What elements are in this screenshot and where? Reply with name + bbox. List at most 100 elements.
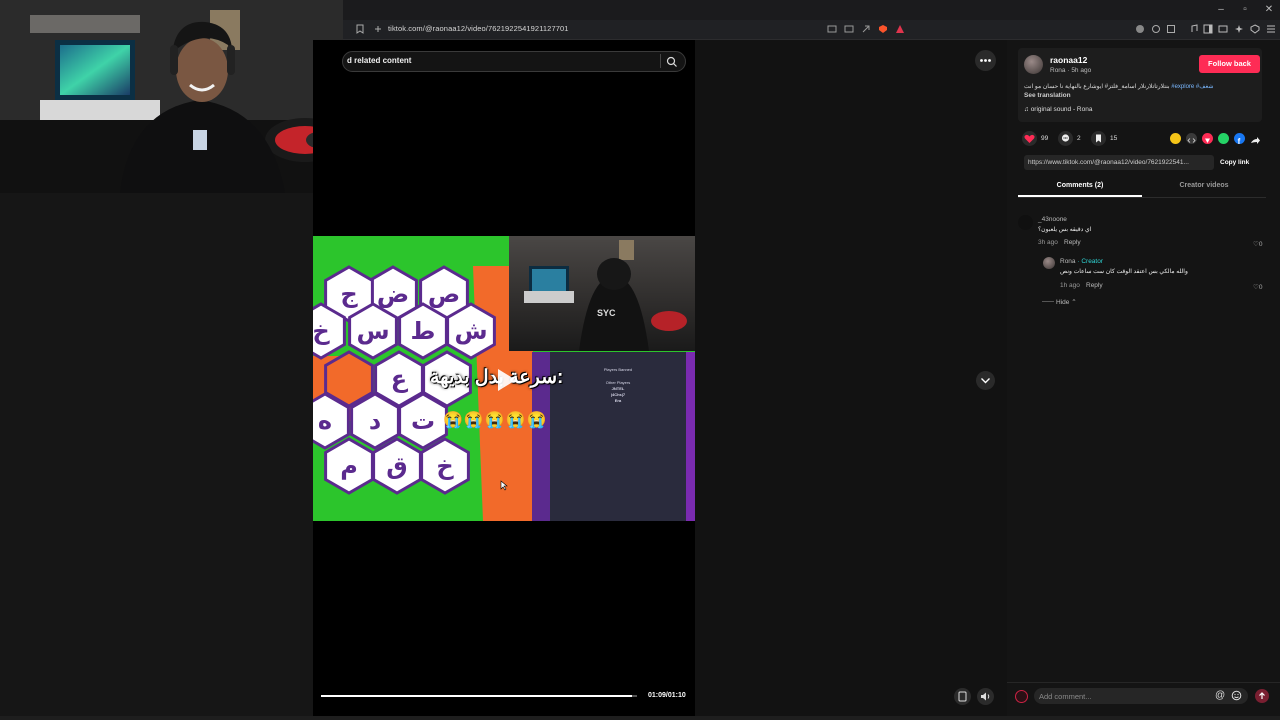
sound-link[interactable]: ♫ original sound - Rona [1024, 106, 1092, 113]
game-hex-letter: ش [454, 317, 487, 345]
facebook-icon[interactable]: f [1234, 133, 1245, 146]
see-translation-link[interactable]: See translation [1024, 92, 1071, 99]
hide-replies-button[interactable]: Hide ⌃ [1056, 298, 1077, 306]
emoji-overlay: 😭😭😭😭😭 [443, 412, 548, 429]
site-info-icon[interactable] [372, 24, 384, 36]
hide-divider [1042, 301, 1054, 302]
follow-back-button[interactable]: Follow back [1199, 55, 1260, 73]
bookmark-button[interactable] [1091, 131, 1106, 146]
game-hex-letter: ت [411, 407, 435, 435]
volume-button[interactable] [977, 688, 994, 705]
extension-icon-1[interactable] [1134, 24, 1146, 36]
reader-icon[interactable] [826, 24, 838, 36]
avatar[interactable] [1043, 257, 1055, 269]
players-title: Players Banned [603, 367, 633, 372]
comment-like-button[interactable]: ♡0 [1253, 240, 1262, 248]
reply-user[interactable]: Rona [1060, 258, 1076, 265]
taskbar-strip [0, 716, 1280, 720]
search-text[interactable]: d related content [347, 56, 411, 65]
extension-icon-3[interactable] [1165, 24, 1177, 36]
search-divider [660, 54, 661, 68]
share-page-icon[interactable] [860, 24, 872, 36]
avatar[interactable] [1024, 55, 1043, 74]
game-hex-letter: ه [318, 407, 332, 435]
captions-button[interactable] [954, 688, 971, 705]
url-text[interactable]: tiktok.com/@raonaa12/video/7621922541921… [388, 24, 569, 33]
reply-time: 1h ago [1060, 282, 1080, 289]
music-note-icon: ♫ [1024, 106, 1031, 113]
game-hex-letter: ج [340, 280, 358, 308]
more-options-button[interactable] [975, 50, 996, 71]
comment-text: اي دقيقه بس يلعبون؟ [1038, 227, 1092, 233]
share-friends-icon[interactable] [1202, 133, 1213, 144]
chevron-up-icon: ⌃ [1071, 299, 1077, 306]
whatsapp-icon[interactable] [1218, 133, 1229, 144]
description-text: بنتلارتاتلارنلار اسامة_فلتز# ايوشارع بال… [1024, 84, 1172, 90]
vpn-icon[interactable] [1249, 24, 1261, 36]
left-pane [0, 193, 313, 716]
rewards-icon[interactable] [894, 24, 906, 36]
brave-shield-icon[interactable] [877, 24, 889, 36]
game-hex-letter: ص [428, 280, 460, 308]
emoji-icon[interactable] [1231, 690, 1242, 704]
game-hex-letter: م [340, 452, 358, 480]
cursor-icon [500, 478, 509, 496]
svg-text:f: f [1238, 137, 1241, 146]
tab-creator-videos[interactable]: Creator videos [1142, 182, 1266, 189]
tab-divider [1018, 197, 1266, 198]
maximize-icon[interactable]: ▫ [1234, 3, 1256, 17]
media-icon[interactable] [1188, 24, 1200, 36]
gameplay-webcam: SYC [509, 236, 695, 351]
reply-username[interactable]: Rona · Creator [1060, 258, 1103, 265]
sidebar-icon[interactable] [1202, 24, 1214, 36]
reply-like-button[interactable]: ♡0 [1253, 283, 1262, 291]
comment-button[interactable] [1058, 131, 1073, 146]
reply-like-count: 0 [1258, 284, 1263, 291]
leo-ai-icon[interactable] [1233, 24, 1245, 36]
wallet-icon[interactable] [1217, 24, 1229, 36]
post-comment-button[interactable] [1255, 689, 1269, 703]
search-icon[interactable] [666, 55, 678, 67]
play-icon[interactable] [490, 365, 520, 395]
hide-label[interactable]: Hide [1056, 299, 1069, 306]
bookmark-icon[interactable] [354, 24, 366, 36]
share-emoji-icon[interactable] [1170, 133, 1181, 144]
reply-button[interactable]: Reply [1064, 239, 1081, 246]
players-subtitle: Other Players [605, 380, 631, 385]
reply-text: والله مالكي بس اعتقد الوقت كان ست ساعات … [1060, 269, 1188, 275]
players-panel-edge-right [686, 352, 695, 521]
game-hex-letter: س [356, 317, 389, 345]
cast-icon[interactable] [843, 24, 855, 36]
reply-button[interactable]: Reply [1086, 282, 1103, 289]
avatar[interactable] [1015, 690, 1028, 703]
comment-username[interactable]: _43noone [1038, 216, 1067, 223]
gameplay-webcam-scene: SYC [524, 240, 687, 351]
share-arrow-icon[interactable] [1250, 133, 1261, 151]
author-subline: Rona · 5h ago [1050, 67, 1092, 74]
minimize-icon[interactable]: – [1210, 3, 1232, 17]
author-username[interactable]: raonaa12 [1050, 55, 1087, 65]
like-button[interactable] [1022, 131, 1037, 146]
extension-icon-2[interactable] [1150, 24, 1162, 36]
video-description: بنتلارتاتلارنلار اسامة_فلتز# ايوشارع بال… [1024, 83, 1256, 90]
video-link-text[interactable]: https://www.tiktok.com/@raonaa12/video/7… [1028, 159, 1210, 166]
sound-label[interactable]: original sound - Rona [1031, 106, 1093, 113]
close-icon[interactable]: ✕ [1258, 3, 1280, 17]
video-time: 01:09/01:10 [648, 692, 686, 699]
game-hex-letter: ع [391, 365, 409, 393]
comment-count: 2 [1077, 135, 1081, 142]
game-hex-letter: د [369, 407, 381, 435]
video-progress-fill[interactable] [321, 695, 633, 697]
copy-link-button[interactable]: Copy link [1220, 159, 1249, 166]
tab-comments[interactable]: Comments (2) [1018, 182, 1142, 189]
game-hex-letter: ط [411, 317, 436, 345]
embed-icon[interactable] [1186, 133, 1197, 144]
save-count: 15 [1110, 135, 1118, 142]
next-video-button[interactable] [976, 371, 995, 390]
mention-icon[interactable]: @ [1215, 690, 1225, 701]
avatar[interactable] [1018, 215, 1033, 230]
game-hex-letter: ض [377, 280, 409, 308]
player-name: JNTEL [611, 386, 625, 391]
description-hashtags[interactable]: #explore #شغف [1171, 84, 1213, 90]
menu-icon[interactable] [1265, 24, 1277, 36]
